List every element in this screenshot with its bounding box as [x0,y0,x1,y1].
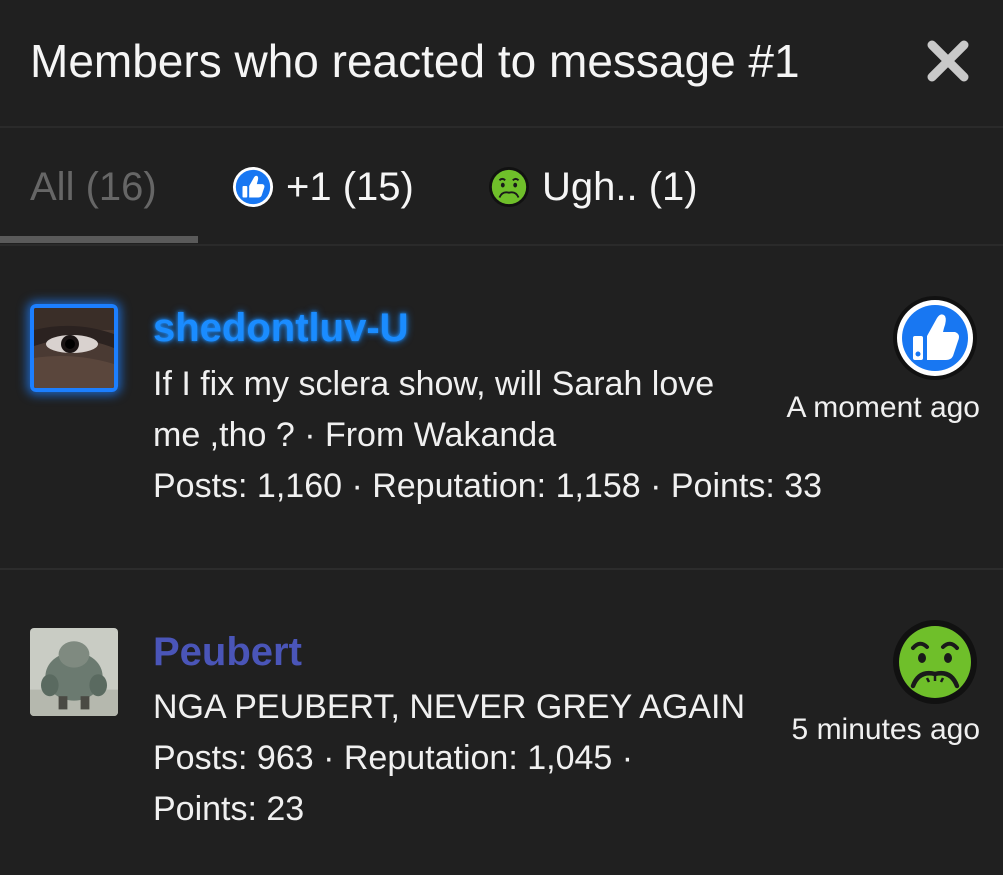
member-row[interactable]: shedontluv-U If I fix my sclera show, wi… [0,246,1003,570]
member-stats: Posts: 963 · Reputation: 1,045 · [153,739,634,777]
reaction-time: A moment ago [786,391,980,424]
member-stats: Posts: 1,160 · Reputation: 1,158 · Point… [153,467,823,505]
reaction-tabs: All (16) +1 (15) Ugh.. (1) [0,128,1003,246]
member-info: If I fix my sclera show, will Sarah love… [153,359,823,512]
member-info: NGA PEUBERT, NEVER GREY AGAIN Posts: 963… [153,682,753,835]
member-title: If I fix my sclera show, will Sarah love [153,365,715,403]
active-tab-indicator [0,236,198,243]
member-points: Points: 23 [153,790,305,828]
tab-ugh[interactable]: Ugh.. (1) [488,162,698,212]
close-button[interactable] [924,37,972,85]
member-row[interactable]: Peubert NGA PEUBERT, NEVER GREY AGAIN Po… [0,570,1003,875]
dialog-header: Members who reacted to message #1 [0,0,1003,128]
thumbs-up-icon [893,296,977,380]
thumbs-up-icon [232,166,274,208]
username[interactable]: Peubert [153,628,302,676]
tab-thumbs-up-label: +1 (15) [286,164,414,209]
username[interactable]: shedontluv-U [153,304,409,352]
nauseated-face-icon [488,166,530,208]
tab-all[interactable]: All (16) [30,162,157,212]
member-title: NGA PEUBERT, NEVER GREY AGAIN [153,688,746,726]
avatar[interactable] [30,628,118,716]
reaction-time: 5 minutes ago [791,713,980,746]
tab-all-label: All (16) [30,164,157,209]
avatar[interactable] [30,304,118,392]
dialog-title: Members who reacted to message #1 [30,35,800,87]
tab-thumbs-up[interactable]: +1 (15) [232,162,414,212]
close-x-icon [927,40,969,82]
tab-ugh-label: Ugh.. (1) [542,164,698,209]
member-location: me ,tho ? · From Wakanda [153,416,557,454]
nauseated-face-icon [893,620,977,704]
